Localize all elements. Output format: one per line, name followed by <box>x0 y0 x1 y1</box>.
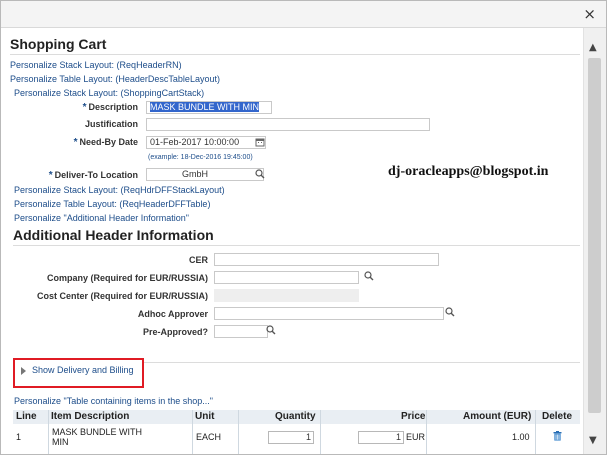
quantity-input[interactable]: 1 <box>268 431 314 444</box>
pre-approved-label: Pre-Approved? <box>142 327 208 337</box>
adhoc-approver-input[interactable] <box>214 307 444 320</box>
personalize-link-reqheaderdfftable[interactable]: Personalize Table Layout: (ReqHeaderDFFT… <box>14 199 210 209</box>
section-title-additional-header: Additional Header Information <box>13 227 214 243</box>
calendar-icon[interactable] <box>255 137 265 147</box>
personalize-link-items-table[interactable]: Personalize "Table containing items in t… <box>14 396 213 406</box>
show-delivery-billing-link[interactable]: Show Delivery and Billing <box>32 365 134 375</box>
required-indicator: * <box>73 137 78 148</box>
description-label: * Description <box>82 102 138 113</box>
divider <box>10 54 580 55</box>
need-by-date-input[interactable]: 01-Feb-2017 10:00:00 <box>146 136 266 149</box>
required-indicator: * <box>82 102 87 113</box>
col-unit: Unit <box>195 411 215 422</box>
required-indicator: * <box>48 170 53 181</box>
watermark-text: dj-oracleapps@blogspot.in <box>388 164 549 179</box>
amount-cell: 1.00 <box>512 432 530 442</box>
cost-center-label: Cost Center (Required for EUR/RUSSIA) <box>36 291 208 301</box>
col-item-description: Item Description <box>51 411 130 422</box>
cer-label: CER <box>188 255 208 265</box>
column-separator <box>238 410 239 454</box>
justification-label: Justification <box>84 119 138 129</box>
show-delivery-billing-callout[interactable]: Show Delivery and Billing <box>13 358 144 388</box>
page-title: Shopping Cart <box>10 36 107 52</box>
dialog-content: Shopping Cart Personalize Stack Layout: … <box>2 28 582 454</box>
search-icon[interactable] <box>445 307 455 317</box>
close-icon[interactable]: × <box>583 5 596 23</box>
column-separator <box>320 410 321 454</box>
company-input[interactable] <box>214 271 359 284</box>
trash-icon[interactable] <box>553 431 562 441</box>
date-format-hint: (example: 18-Dec-2016 19:45:00) <box>148 154 253 161</box>
pre-approved-input[interactable] <box>214 325 268 338</box>
col-amount: Amount (EUR) <box>463 411 532 422</box>
price-input[interactable]: 1 <box>358 431 404 444</box>
items-table-header: Line Item Description Unit Quantity Pric… <box>13 410 580 424</box>
vertical-scrollbar[interactable]: ▲ ▼ <box>583 28 606 454</box>
justification-input[interactable] <box>146 118 430 131</box>
divider <box>13 245 580 246</box>
scroll-down-icon[interactable]: ▼ <box>589 435 597 446</box>
search-icon[interactable] <box>255 169 265 179</box>
personalize-link-headerdesc[interactable]: Personalize Table Layout: (HeaderDescTab… <box>10 74 220 84</box>
personalize-link-shoppingcart[interactable]: Personalize Stack Layout: (ShoppingCartS… <box>14 88 204 98</box>
search-icon[interactable] <box>364 271 374 281</box>
col-price: Price <box>401 411 426 422</box>
column-separator <box>192 410 193 454</box>
column-separator <box>535 410 536 454</box>
item-description-cell: MASK BUNDLE WITH <box>52 427 143 437</box>
deliver-to-label: * Deliver-To Location <box>48 170 138 181</box>
column-separator <box>426 410 427 454</box>
deliver-to-input[interactable]: GmbH <box>146 168 264 181</box>
col-delete: Delete <box>542 411 573 422</box>
description-input[interactable]: MASK BUNDLE WITH MIN <box>146 101 272 114</box>
personalize-link-reqheader[interactable]: Personalize Stack Layout: (ReqHeaderRN) <box>10 60 182 70</box>
line-cell: 1 <box>16 432 22 442</box>
company-label: Company (Required for EUR/RUSSIA) <box>46 273 208 283</box>
search-icon[interactable] <box>266 325 276 335</box>
col-line: Line <box>16 411 37 422</box>
personalize-link-additional-header[interactable]: Personalize "Additional Header Informati… <box>14 213 189 223</box>
disclosure-triangle-icon[interactable] <box>21 367 26 375</box>
unit-cell: EACH <box>196 432 222 442</box>
dialog-titlebar: × <box>1 1 606 28</box>
adhoc-approver-label: Adhoc Approver <box>137 309 208 319</box>
scroll-thumb[interactable] <box>588 58 601 413</box>
dialog-window: × Shopping Cart Personalize Stack Layout… <box>0 0 607 455</box>
cost-center-field <box>214 289 359 302</box>
scroll-up-icon[interactable]: ▲ <box>589 42 597 53</box>
currency-cell: EUR <box>406 432 426 442</box>
item-description-cell-cont: MIN <box>52 437 69 447</box>
column-separator <box>48 410 49 454</box>
need-by-date-label: * Need-By Date <box>73 137 138 148</box>
cer-input[interactable] <box>214 253 439 266</box>
col-quantity: Quantity <box>275 411 316 422</box>
personalize-link-reqhdrdff[interactable]: Personalize Stack Layout: (ReqHdrDFFStac… <box>14 185 225 195</box>
